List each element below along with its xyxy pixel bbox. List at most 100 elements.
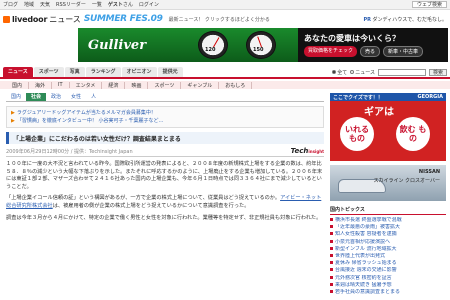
banner-pills: 買取価格をチェック 売る 新車・中古車	[304, 46, 424, 57]
logo-text: livedoor	[12, 14, 48, 24]
banner-pill[interactable]: 買取価格をチェック	[304, 46, 358, 57]
subnav-item[interactable]: 海外	[29, 81, 53, 89]
quiz-header[interactable]: ここでクイズです！！ GEORGIA	[330, 93, 446, 101]
article-paragraph: 「上場企業イコール信頼の証」という構図があるが、一方で企業の株式上場について、従…	[6, 195, 322, 209]
bullet-icon	[330, 218, 333, 221]
topic-item[interactable]: 新型インフル 流行地域拡大	[330, 246, 446, 253]
article-headline: 「上場企業」にこだわるのは若い女性だけ？調査結果まとまる	[6, 132, 324, 144]
category-tab-politics[interactable]: 政治	[46, 93, 66, 101]
subnav-item[interactable]: 国内	[6, 81, 30, 89]
category-tab-society[interactable]: 社会	[26, 93, 47, 101]
article-paragraph: １００年に一度の大不況と言われている昨今。国際取引所運営の発表によると、２００８…	[6, 161, 323, 190]
source-logo[interactable]: Techinsight	[291, 147, 324, 155]
sub-nav: 国内 海外 IT エンタメ 経済 映画 スポーツ ギャンブル おもしろ	[0, 81, 450, 89]
bullet-icon	[330, 225, 333, 229]
category-tab-people[interactable]: 人	[86, 93, 101, 101]
nav-tab-news[interactable]: ニュース	[3, 67, 33, 77]
main-nav: ニュース スポーツ 写真 ランキング オピニオン 提供元 全て ニュース 検索	[0, 67, 450, 79]
banner-pill[interactable]: 売る	[360, 46, 381, 57]
topic-item[interactable]: 「近年最悪の豪雨」被害拡大	[330, 224, 446, 231]
top-link-weather[interactable]: 天気	[40, 1, 50, 8]
bullet-icon	[330, 239, 333, 243]
user-greeting: ゲストさん	[107, 2, 133, 8]
category-tab-domestic[interactable]: 国内	[6, 93, 26, 101]
georgia-ad[interactable]: ギアは いれる もの 飲む もの	[330, 101, 446, 161]
subnav-item[interactable]: 経済	[102, 81, 126, 89]
category-tab-women[interactable]: 女性	[66, 93, 86, 101]
top-link-blog[interactable]: ブログ	[3, 1, 18, 8]
nav-tab-ranking[interactable]: ランキング	[85, 67, 121, 77]
bullet-icon	[330, 282, 333, 286]
category-tabs: 国内 社会 政治 女性 人	[6, 93, 324, 102]
topic-item[interactable]: 来週は晴天続き 猛暑予想	[330, 282, 446, 289]
bullet-icon	[330, 246, 333, 250]
subnav-item[interactable]: エンタメ	[70, 81, 103, 89]
top-links: ブログ 地域 天気 RSSリーダー 一覧 ゲストさん ログイン	[3, 1, 412, 8]
top-utility-bar: ブログ 地域 天気 RSSリーダー 一覧 ゲストさん ログイン ウェブ検索	[0, 0, 450, 10]
nav-tab-sports[interactable]: スポーツ	[33, 67, 64, 77]
article-column: 国内 社会 政治 女性 人 ▶ ラグジュアリードッグアイテムが当たるメルマガ会員募…	[6, 93, 324, 222]
topic-item[interactable]: 世界陸上代表が出発式	[330, 253, 446, 260]
topic-item[interactable]: 知人女性殺害 容疑者を逮捕	[330, 231, 446, 238]
article-meta: 2009年06月29日12時00分 / 提供：Techinsight Japan…	[6, 147, 324, 155]
banner-pill[interactable]: 新車・中古車	[383, 46, 424, 57]
bullet-icon	[330, 268, 333, 272]
topic-item[interactable]: 台風接近 週末の交通に影響	[330, 267, 446, 274]
banner-ad-right: あなたの愛車は今いくら？ 買取価格をチェック 売る 新車・中古車	[298, 28, 448, 62]
search-radio-all[interactable]: 全て	[332, 69, 347, 76]
bullet-icon	[330, 290, 333, 294]
banner-ad[interactable]: Gulliver 120 150 あなたの愛車は今いくら？ 買取価格をチェック …	[78, 28, 448, 62]
header-tagline: 最新ニュース！ クリックするほどよく分かる	[168, 16, 270, 23]
top-link-rss[interactable]: RSSリーダー	[56, 1, 86, 8]
nissan-model: スカイライン クロスオーバー	[373, 178, 440, 184]
search-button[interactable]: 検索	[428, 68, 447, 76]
topic-item[interactable]: 元外務次官 核密約を証言	[330, 275, 446, 282]
nav-tab-photo[interactable]: 写真	[64, 67, 85, 77]
topics-list: 横浜市長選 終盤選挙戦で混戦 「近年最悪の豪雨」被害拡大 知人女性殺害 容疑者を…	[330, 217, 446, 296]
login-link[interactable]: ログイン	[139, 1, 159, 8]
speedometer-icon: 120	[198, 31, 228, 59]
promo-box: ▶ ラグジュアリードッグアイテムが当たるメルマガ会員募集中！ ▶ 「習慣病」を徹底イ…	[6, 106, 324, 128]
georgia-ad-title: ギアは	[364, 107, 394, 118]
promo-link[interactable]: ▶ 「習慣病」を徹底インタビュー中！ 小谷実可子・千葉麗子など…	[11, 117, 319, 125]
bullet-icon	[330, 254, 333, 258]
nav-tab-opinion[interactable]: オピニオン	[121, 67, 157, 77]
bullet-icon	[330, 275, 333, 279]
header-ad-link[interactable]: PR ダンディハウスで、むだ毛なし。	[363, 16, 447, 23]
ad-circle-left: いれる もの	[340, 117, 374, 151]
subnav-item[interactable]: ギャンブル	[181, 81, 220, 89]
search-radio-news[interactable]: ニュース	[350, 69, 375, 76]
top-link-local[interactable]: 地域	[24, 1, 34, 8]
nav-tab-provider[interactable]: 提供元	[157, 67, 183, 77]
right-column: ここでクイズです！！ GEORGIA ギアは いれる もの 飲む もの NISSA…	[330, 93, 446, 296]
search-input[interactable]	[377, 68, 426, 76]
logo-mark-icon	[3, 15, 10, 23]
speedometer-icon: 150	[246, 31, 276, 59]
web-search-button[interactable]: ウェブ検索	[411, 1, 447, 8]
subnav-item[interactable]: おもしろ	[219, 81, 253, 89]
topic-item[interactable]: 若手社員の意識調査まとまる	[330, 289, 446, 296]
banner-ad-left: Gulliver 120 150	[78, 28, 298, 62]
news-search: 全て ニュース 検索	[332, 67, 450, 77]
site-logo[interactable]: livedoor ニュース	[3, 14, 81, 25]
logo-news-text: ニュース	[49, 14, 81, 24]
banner-question: あなたの愛車は今いくら？	[304, 34, 400, 43]
site-header: livedoor ニュース SUMMER FES.09 最新ニュース！ クリック…	[0, 10, 450, 28]
top-link-list[interactable]: 一覧	[92, 1, 102, 8]
subnav-item[interactable]: スポーツ	[148, 81, 182, 89]
subnav-item[interactable]: IT	[52, 82, 70, 88]
topics-title: 国内トピックス	[330, 206, 446, 215]
nissan-brand: NISSAN	[418, 169, 440, 175]
topic-item[interactable]: 横浜市長選 終盤選挙戦で混戦	[330, 217, 446, 224]
banner-brand: Gulliver	[88, 38, 147, 53]
bullet-icon	[330, 261, 333, 265]
subnav-item[interactable]: 映画	[125, 81, 149, 89]
article-date: 2009年06月29日12時00分 / 提供：Techinsight Japan	[6, 148, 133, 155]
article-paragraph: 調査は今年３月から４月にかけて、特定の企業で働く男性と女性を対象に行われた。業種…	[6, 214, 322, 221]
bullet-icon: ▶	[11, 118, 15, 124]
topic-item[interactable]: 小泉元首相が応援演説へ	[330, 239, 446, 246]
nissan-ad[interactable]: NISSAN スカイライン クロスオーバー	[330, 165, 446, 201]
topic-item[interactable]: 夏休み 帰省ラッシュ始まる	[330, 260, 446, 267]
summer-fes-logo[interactable]: SUMMER FES.09	[84, 14, 163, 24]
promo-link[interactable]: ▶ ラグジュアリードッグアイテムが当たるメルマガ会員募集中！	[11, 109, 319, 117]
